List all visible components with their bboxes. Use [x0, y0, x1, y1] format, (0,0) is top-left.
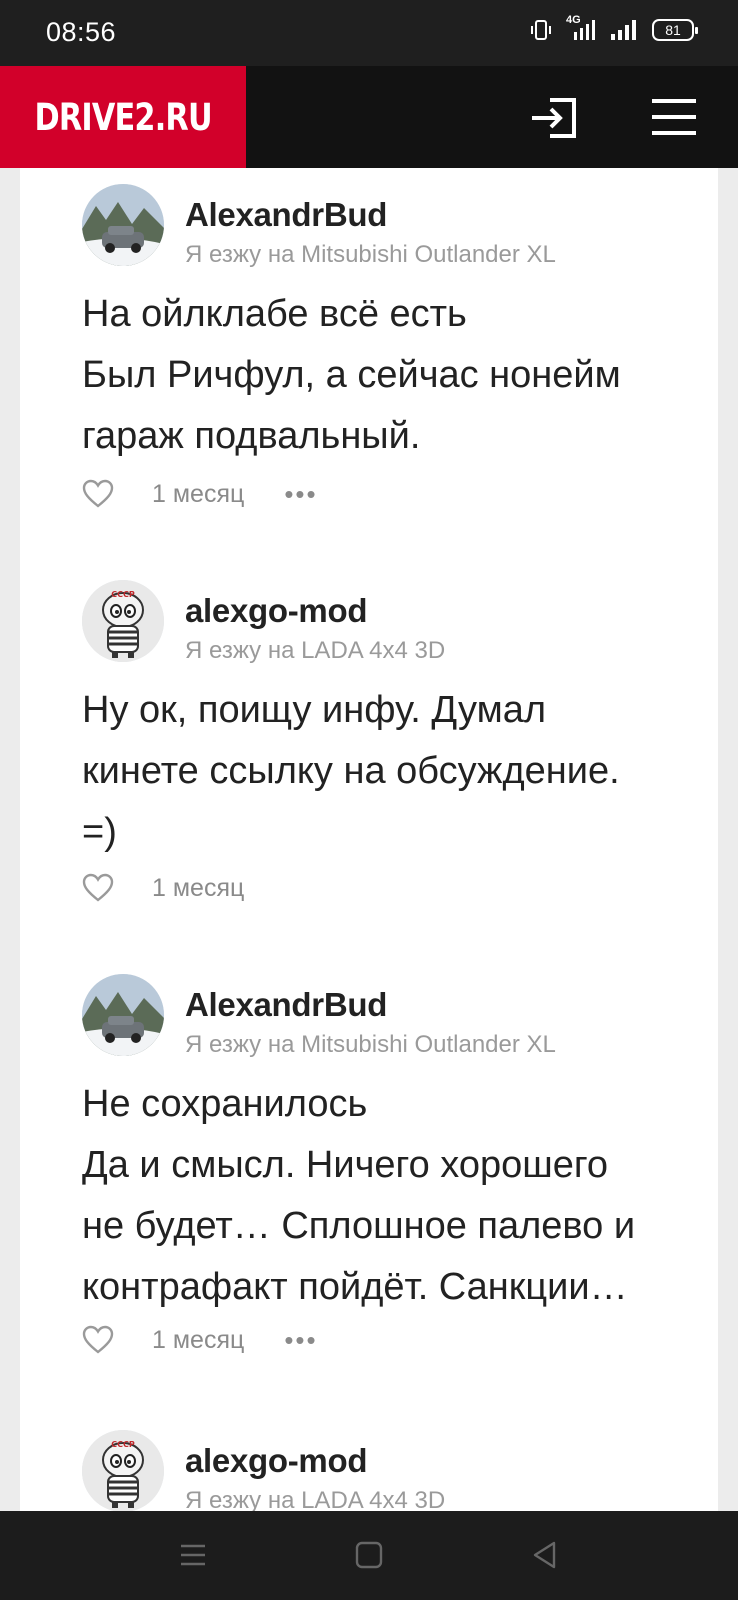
author-car[interactable]: Я езжу на Mitsubishi Outlander XL — [185, 1031, 556, 1059]
comment-item: CCCP alexgo-mod Я езжу на LADA 4x4 3D Ну… — [82, 580, 702, 902]
comment-meta: 1 месяц ••• — [82, 1324, 318, 1356]
mobile-signal-4g-icon: 4G — [566, 14, 596, 42]
login-icon[interactable] — [530, 96, 578, 140]
comment-text: Не сохранилось Да и смысл. Ничего хороше… — [82, 1074, 702, 1318]
status-bar: 08:56 4G 81 — [0, 0, 738, 66]
comment-author[interactable]: AlexandrBud — [185, 196, 387, 234]
heart-icon[interactable] — [82, 479, 114, 509]
comment-text: На ойлклабе всё есть Был Ричфул, а сейча… — [82, 284, 702, 467]
comment-time: 1 месяц — [152, 873, 245, 902]
comment-line: =) — [82, 811, 117, 853]
comment-author[interactable]: AlexandrBud — [185, 986, 387, 1024]
comment-meta: 1 месяц — [82, 872, 244, 904]
vibrate-icon — [531, 20, 551, 40]
battery-level: 81 — [665, 22, 681, 38]
comment-item: AlexandrBud Я езжу на Mitsubishi Outland… — [82, 184, 702, 508]
more-options-icon[interactable]: ••• — [284, 1327, 317, 1353]
signal-icon — [611, 20, 636, 40]
avatar[interactable]: CCCP — [82, 1430, 164, 1511]
comment-item: CCCP alexgo-mod Я езжу на LADA 4x4 3D — [82, 1430, 702, 1511]
comments-list: AlexandrBud Я езжу на Mitsubishi Outland… — [20, 168, 718, 1511]
more-options-icon[interactable]: ••• — [284, 481, 317, 507]
comment-line: На ойлклабе всё есть — [82, 293, 467, 335]
logo-text: DRIVE2.RU — [34, 95, 212, 139]
recent-apps-icon[interactable] — [177, 1539, 209, 1571]
heart-icon[interactable] — [82, 1325, 114, 1355]
back-icon[interactable] — [529, 1539, 561, 1571]
svg-text:CCCP: CCCP — [111, 590, 135, 599]
comment-line: Да и смысл. Ничего хорошего — [82, 1144, 609, 1186]
comment-line: контрафакт пойдёт. Санкции… — [82, 1266, 628, 1308]
comment-line: Ну ок, поищу инфу. Думал — [82, 689, 546, 731]
author-car[interactable]: Я езжу на Mitsubishi Outlander XL — [185, 241, 556, 269]
status-time: 08:56 — [46, 17, 117, 47]
system-navigation-bar — [0, 1511, 738, 1600]
comment-item: AlexandrBud Я езжу на Mitsubishi Outland… — [82, 974, 702, 1374]
comment-text: Ну ок, поищу инфу. Думал кинете ссылку н… — [82, 680, 702, 863]
comment-author[interactable]: alexgo-mod — [185, 592, 368, 630]
avatar[interactable] — [82, 184, 164, 266]
comment-meta: 1 месяц ••• — [82, 478, 318, 510]
author-car[interactable]: Я езжу на LADA 4x4 3D — [185, 1487, 445, 1511]
comment-line: Был Ричфул, а сейчас нонейм — [82, 354, 621, 396]
hamburger-menu-icon[interactable] — [650, 96, 698, 138]
author-car[interactable]: Я езжу на LADA 4x4 3D — [185, 637, 445, 665]
comment-line: Не сохранилось — [82, 1083, 368, 1125]
comment-author[interactable]: alexgo-mod — [185, 1442, 368, 1480]
comment-line: кинете ссылку на обсуждение. — [82, 750, 620, 792]
status-icons: 4G 81 — [530, 14, 698, 42]
avatar[interactable] — [82, 974, 164, 1056]
comment-time: 1 месяц — [152, 479, 245, 508]
heart-icon[interactable] — [82, 873, 114, 903]
top-navigation-bar: DRIVE2.RU — [0, 66, 738, 168]
battery-icon: 81 — [652, 19, 698, 41]
comment-line: гараж подвальный. — [82, 415, 421, 457]
comment-time: 1 месяц — [152, 1325, 245, 1354]
drive2-logo[interactable]: DRIVE2.RU — [0, 66, 246, 168]
home-icon[interactable] — [353, 1539, 385, 1571]
comment-line: не будет… Сплошное палево и — [82, 1205, 636, 1247]
avatar[interactable]: CCCP — [82, 580, 164, 662]
svg-text:CCCP: CCCP — [111, 1440, 135, 1449]
